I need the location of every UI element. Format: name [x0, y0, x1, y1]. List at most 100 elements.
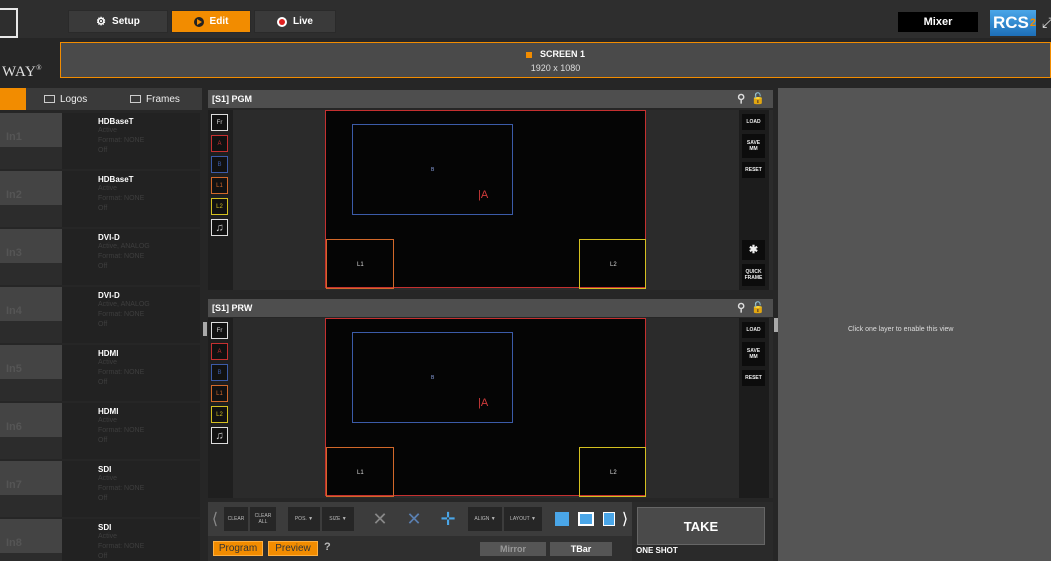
audio-icon[interactable]: ♫ — [211, 219, 228, 236]
brand-logo — [0, 8, 18, 38]
preview-toggle[interactable]: Preview — [268, 541, 318, 556]
empty-state-message: Click one layer to enable this view — [848, 326, 954, 333]
prw-action-column: LOAD SAVE MM RESET — [739, 318, 769, 498]
load-button[interactable]: LOAD — [742, 322, 765, 338]
input-label: In8 — [6, 537, 22, 549]
save-mm-button[interactable]: SAVE MM — [742, 342, 765, 366]
tbar-button[interactable]: TBar — [550, 542, 612, 556]
layer-b-window[interactable]: B — [352, 332, 513, 423]
tab-setup[interactable]: ⚙ Setup — [68, 10, 168, 33]
layer-l1-icon[interactable]: L1 — [211, 177, 228, 194]
input-format: Format: NONE — [98, 543, 145, 550]
input-source-item[interactable]: In4 DVI-D Active, ANALOG Format: NONE Off — [0, 287, 200, 343]
frame-layer-icon[interactable]: Fr — [211, 114, 228, 131]
reset-button[interactable]: RESET — [742, 370, 765, 386]
input-source-item[interactable]: In8 SDI Active Format: NONE Off — [0, 519, 200, 561]
save-mm-button[interactable]: SAVE MM — [742, 134, 765, 158]
layer-l2-icon[interactable]: L2 — [211, 198, 228, 215]
tab-inputs[interactable] — [0, 88, 26, 110]
screen-selector[interactable]: SCREEN 1 1920 x 1080 — [60, 42, 1051, 78]
left-panel-resize-handle[interactable] — [203, 322, 207, 336]
prw-layer-column: Fr A B L1 L2 ♫ — [208, 318, 233, 498]
layer-a-label[interactable]: |A — [478, 189, 488, 201]
quick-frame-button[interactable]: QUICK FRAME — [742, 264, 765, 286]
input-status: Active — [98, 475, 118, 482]
chevron-left-icon[interactable]: ⟨ — [208, 507, 222, 531]
position-dropdown[interactable]: POS. ▼ — [288, 507, 320, 531]
reset-button[interactable]: RESET — [742, 162, 765, 178]
fit-icon[interactable]: ✕ — [400, 507, 428, 531]
lock-icon[interactable]: 🔓 — [751, 93, 765, 105]
top-bar: ⚙ Setup Edit Live Mixer RCS 2 ⤢ — [0, 0, 1051, 38]
lock-icon[interactable]: 🔓 — [751, 302, 765, 314]
layer-b-icon[interactable]: B — [211, 156, 228, 173]
chevron-right-icon[interactable]: ⟩ — [618, 507, 632, 531]
tab-frames[interactable]: Frames — [130, 88, 180, 110]
input-format: Format: NONE — [98, 253, 145, 260]
pgm-canvas[interactable]: B |A L1 L2 — [325, 110, 646, 289]
input-label: In1 — [6, 131, 22, 143]
help-icon[interactable]: ? — [324, 541, 331, 553]
input-source-item[interactable]: In1 HDBaseT Active Format: NONE Off — [0, 113, 200, 169]
input-type: SDI — [98, 523, 112, 532]
take-mode[interactable]: ONE SHOT — [636, 546, 678, 555]
clear-all-button[interactable]: CLEAR ALL — [250, 507, 276, 531]
input-state: Off — [98, 495, 108, 502]
shrink-icon[interactable]: ✕ — [366, 507, 394, 531]
input-format: Format: NONE — [98, 195, 145, 202]
input-source-item[interactable]: In6 HDMI Active Format: NONE Off — [0, 403, 200, 459]
layer-front-icon[interactable] — [600, 507, 618, 531]
input-source-item[interactable]: In7 SDI Active Format: NONE Off — [0, 461, 200, 517]
move-layer-icon[interactable] — [552, 507, 572, 531]
input-thumbnail: In7 — [0, 461, 62, 517]
layer-l1-window[interactable]: L1 — [326, 447, 394, 497]
frame-layer-icon[interactable]: Fr — [211, 322, 228, 339]
fullscreen-icon[interactable]: ⤢ — [1042, 14, 1051, 31]
layer-l1-window[interactable]: L1 — [326, 239, 394, 289]
input-type: DVI-D — [98, 291, 120, 300]
layer-b-icon[interactable]: B — [211, 364, 228, 381]
tab-logos[interactable]: Logos — [44, 88, 87, 110]
layer-a-icon[interactable]: A — [211, 135, 228, 152]
record-icon — [276, 16, 287, 27]
layer-a-icon[interactable]: A — [211, 343, 228, 360]
layer-l1-icon[interactable]: L1 — [211, 385, 228, 402]
pgm-title: [S1] PGM — [212, 94, 253, 104]
layer-l2-icon[interactable]: L2 — [211, 406, 228, 423]
input-status: Active — [98, 417, 118, 424]
zoom-icon[interactable]: ⚲ — [737, 302, 745, 314]
pgm-view: Fr A B L1 L2 ♫ B |A L1 L2 LOAD SAVE MM RESET … — [208, 110, 773, 290]
zoom-icon[interactable]: ⚲ — [737, 93, 745, 105]
prw-canvas[interactable]: B |A L1 L2 — [325, 318, 646, 497]
input-source-item[interactable]: In3 DVI-D Active, ANALOG Format: NONE Off — [0, 229, 200, 285]
screen-name: SCREEN 1 — [539, 49, 585, 59]
layer-l2-window[interactable]: L2 — [579, 239, 646, 289]
source-tabs: Logos Frames — [0, 88, 202, 110]
mirror-button[interactable]: Mirror — [480, 542, 546, 556]
audio-icon[interactable]: ♫ — [211, 427, 228, 444]
layer-toolbar: ⟨ CLEAR CLEAR ALL POS. ▼ SIZE ▼ ✕ ✕ ✛ AL… — [208, 502, 632, 536]
program-toggle[interactable]: Program — [213, 541, 263, 556]
align-dropdown[interactable]: ALIGN ▼ — [468, 507, 502, 531]
tab-live[interactable]: Live — [254, 10, 336, 33]
take-button[interactable]: TAKE — [637, 507, 765, 545]
layer-a-label[interactable]: |A — [478, 397, 488, 409]
tab-edit[interactable]: Edit — [171, 10, 251, 33]
size-dropdown[interactable]: SIZE ▼ — [322, 507, 354, 531]
picture-icon[interactable] — [576, 507, 596, 531]
prw-title: [S1] PRW — [212, 303, 253, 313]
layer-b-window[interactable]: B — [352, 124, 513, 215]
snapshot-icon[interactable]: ✱ — [742, 240, 765, 260]
center-icon[interactable]: ✛ — [434, 507, 462, 531]
layer-l2-window[interactable]: L2 — [579, 447, 646, 497]
input-thumbnail: In2 — [0, 171, 62, 227]
input-list: In1 HDBaseT Active Format: NONE Off In2 HDBase… — [0, 113, 200, 561]
input-source-item[interactable]: In5 HDMI Active Format: NONE Off — [0, 345, 200, 401]
load-button[interactable]: LOAD — [742, 114, 765, 130]
input-source-item[interactable]: In2 HDBaseT Active Format: NONE Off — [0, 171, 200, 227]
layout-dropdown[interactable]: LAYOUT ▼ — [504, 507, 542, 531]
input-info: SDI Active Format: NONE Off — [62, 461, 200, 517]
input-thumbnail: In6 — [0, 403, 62, 459]
clear-button[interactable]: CLEAR — [224, 507, 248, 531]
pgm-layer-column: Fr A B L1 L2 ♫ — [208, 110, 233, 290]
